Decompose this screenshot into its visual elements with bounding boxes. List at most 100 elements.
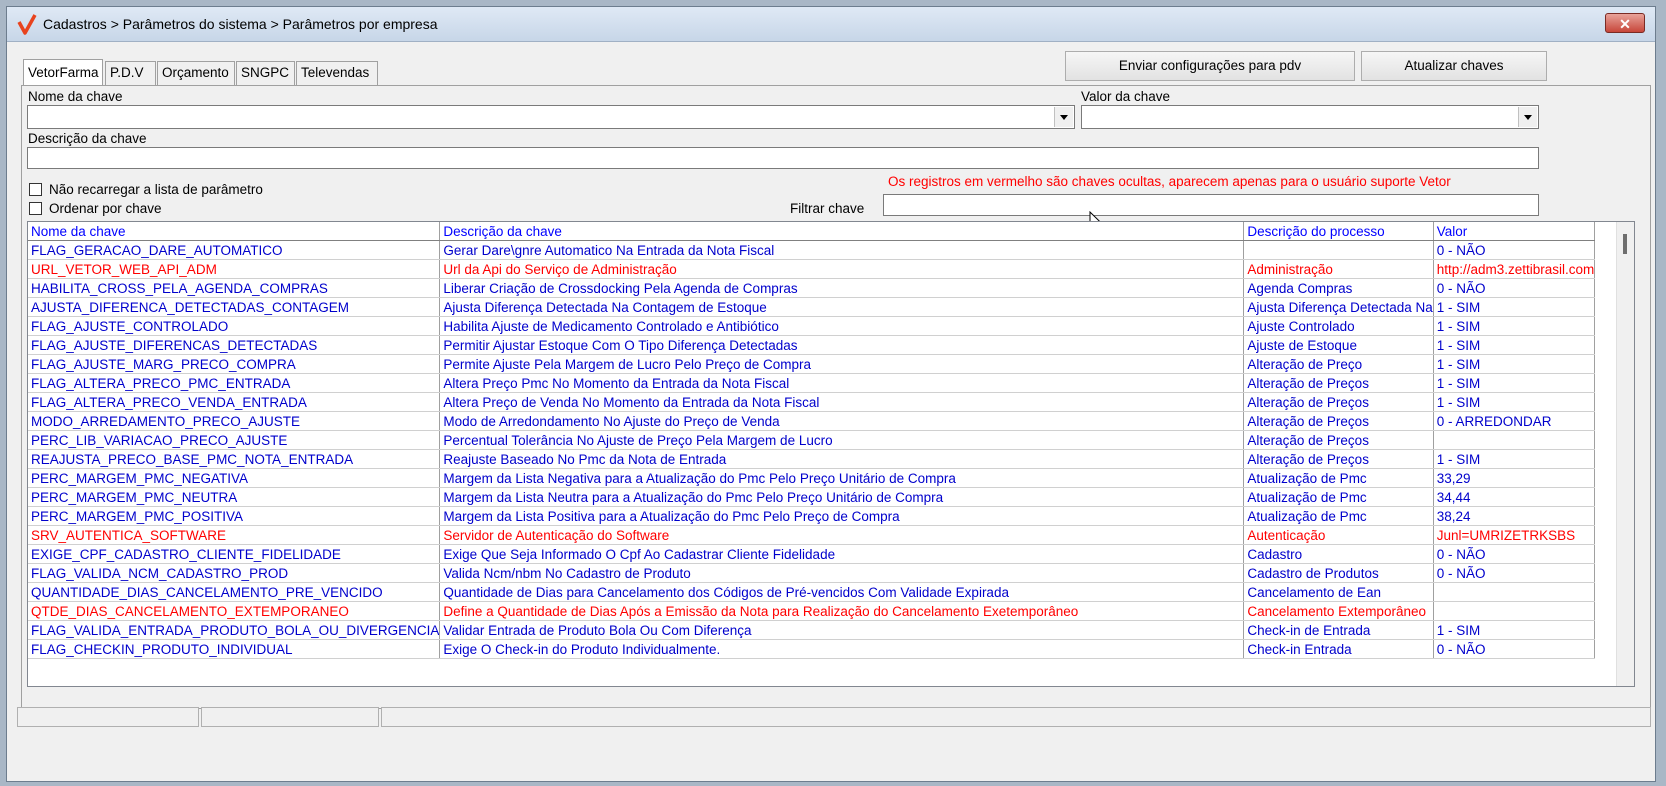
tab-vetorfarma[interactable]: VetorFarma	[23, 59, 103, 86]
cell-process-description[interactable]: Administração	[1243, 259, 1434, 279]
chevron-down-icon[interactable]	[1518, 107, 1537, 127]
cell-key-name[interactable]: URL_VETOR_WEB_API_ADM	[28, 259, 441, 279]
send-config-pdv-button[interactable]: Enviar configurações para pdv	[1065, 51, 1355, 81]
table-row[interactable]: QTDE_DIAS_CANCELAMENTO_EXTEMPORANEO Defin…	[28, 601, 1596, 621]
table-row[interactable]: FLAG_AJUSTE_CONTROLADO Habilita Ajuste de…	[28, 316, 1596, 336]
no-reload-checkbox[interactable]	[29, 183, 42, 196]
cell-process-description[interactable]: Cadastro	[1243, 544, 1434, 564]
table-row[interactable]: AJUSTA_DIFERENCA_DETECTADAS_CONTAGEM Ajus…	[28, 297, 1596, 317]
table-row[interactable]: SRV_AUTENTICA_SOFTWARE Servidor de Autent…	[28, 525, 1596, 545]
cell-key-description[interactable]: Liberar Criação de Crossdocking Pela Age…	[439, 278, 1245, 298]
key-name-combobox[interactable]	[27, 105, 1075, 129]
cell-value[interactable]: 33,29	[1433, 468, 1596, 488]
tab-orcamento[interactable]: Orçamento	[157, 61, 235, 85]
cell-process-description[interactable]: Alteração de Preços	[1243, 392, 1434, 412]
cell-process-description[interactable]: Alteração de Preço	[1243, 354, 1434, 374]
column-header-key-description[interactable]: Descrição da chave	[439, 222, 1245, 241]
table-row[interactable]: PERC_MARGEM_PMC_NEUTRA Margem da Lista Ne…	[28, 487, 1596, 507]
cell-key-name[interactable]: FLAG_GERACAO_DARE_AUTOMATICO	[28, 240, 441, 260]
cell-key-name[interactable]: FLAG_AJUSTE_CONTROLADO	[28, 316, 441, 336]
key-value-combobox[interactable]	[1081, 105, 1539, 129]
table-row[interactable]: FLAG_VALIDA_NCM_CADASTRO_PROD Valida Ncm/…	[28, 563, 1596, 583]
chevron-down-icon[interactable]	[1054, 107, 1073, 127]
tab-sngpc[interactable]: SNGPC	[236, 61, 295, 85]
cell-key-description[interactable]: Url da Api do Serviço de Administração	[439, 259, 1245, 279]
cell-value[interactable]	[1433, 430, 1596, 450]
cell-process-description[interactable]: Ajuste de Estoque	[1243, 335, 1434, 355]
cell-key-name[interactable]: PERC_MARGEM_PMC_NEUTRA	[28, 487, 441, 507]
cell-key-name[interactable]: REAJUSTA_PRECO_BASE_PMC_NOTA_ENTRADA	[28, 449, 441, 469]
cell-value[interactable]: 1 - SIM	[1433, 620, 1596, 640]
cell-key-name[interactable]: FLAG_VALIDA_ENTRADA_PRODUTO_BOLA_OU_DIVE…	[28, 620, 441, 640]
cell-value[interactable]	[1433, 582, 1596, 602]
tab-televendas[interactable]: Televendas	[296, 61, 378, 85]
cell-value[interactable]: Junl=UMRIZETRKSBS	[1433, 525, 1596, 545]
cell-key-description[interactable]: Permitir Ajustar Estoque Com O Tipo Dife…	[439, 335, 1245, 355]
sort-by-key-checkbox[interactable]	[29, 202, 42, 215]
cell-key-description[interactable]: Define a Quantidade de Dias Após a Emiss…	[439, 601, 1245, 621]
cell-process-description[interactable]: Alteração de Preços	[1243, 449, 1434, 469]
cell-key-description[interactable]: Servidor de Autenticação do Software	[439, 525, 1245, 545]
cell-process-description[interactable]: Cadastro de Produtos	[1243, 563, 1434, 583]
cell-value[interactable]: 1 - SIM	[1433, 335, 1596, 355]
key-description-field[interactable]	[27, 147, 1539, 169]
cell-key-name[interactable]: FLAG_ALTERA_PRECO_VENDA_ENTRADA	[28, 392, 441, 412]
cell-key-name[interactable]: SRV_AUTENTICA_SOFTWARE	[28, 525, 441, 545]
cell-value[interactable]: 0 - NÃO	[1433, 639, 1596, 659]
cell-process-description[interactable]: Atualização de Pmc	[1243, 506, 1434, 526]
cell-value[interactable]: 1 - SIM	[1433, 449, 1596, 469]
cell-key-description[interactable]: Margem da Lista Neutra para a Atualizaçã…	[439, 487, 1245, 507]
cell-key-name[interactable]: PERC_LIB_VARIACAO_PRECO_AJUSTE	[28, 430, 441, 450]
table-row[interactable]: FLAG_VALIDA_ENTRADA_PRODUTO_BOLA_OU_DIVE…	[28, 620, 1596, 640]
cell-value[interactable]: 0 - NÃO	[1433, 563, 1596, 583]
cell-value[interactable]: 1 - SIM	[1433, 392, 1596, 412]
cell-value[interactable]: 0 - NÃO	[1433, 240, 1596, 260]
cell-value[interactable]: 34,44	[1433, 487, 1596, 507]
cell-key-name[interactable]: HABILITA_CROSS_PELA_AGENDA_COMPRAS	[28, 278, 441, 298]
table-row[interactable]: EXIGE_CPF_CADASTRO_CLIENTE_FIDELIDADE Exi…	[28, 544, 1596, 564]
tab-pdv[interactable]: P.D.V	[105, 61, 156, 85]
close-button[interactable]: ✕	[1605, 13, 1645, 33]
parameters-grid[interactable]: Nome da chave Descrição da chave Descriç…	[27, 221, 1635, 687]
cell-key-description[interactable]: Ajusta Diferença Detectada Na Contagem d…	[439, 297, 1245, 317]
cell-key-description[interactable]: Modo de Arredondamento No Ajuste do Preç…	[439, 411, 1245, 431]
cell-key-description[interactable]: Margem da Lista Positiva para a Atualiza…	[439, 506, 1245, 526]
table-row[interactable]: FLAG_AJUSTE_DIFERENCAS_DETECTADAS Permiti…	[28, 335, 1596, 355]
cell-key-name[interactable]: PERC_MARGEM_PMC_NEGATIVA	[28, 468, 441, 488]
column-header-key-name[interactable]: Nome da chave	[28, 222, 441, 241]
cell-key-name[interactable]: AJUSTA_DIFERENCA_DETECTADAS_CONTAGEM	[28, 297, 441, 317]
cell-key-description[interactable]: Exige Que Seja Informado O Cpf Ao Cadast…	[439, 544, 1245, 564]
cell-process-description[interactable]	[1243, 240, 1434, 260]
cell-key-description[interactable]: Reajuste Baseado No Pmc da Nota de Entra…	[439, 449, 1245, 469]
cell-value[interactable]	[1433, 601, 1596, 621]
cell-key-description[interactable]: Altera Preço de Venda No Momento da Entr…	[439, 392, 1245, 412]
cell-value[interactable]: 1 - SIM	[1433, 354, 1596, 374]
cell-key-name[interactable]: FLAG_ALTERA_PRECO_PMC_ENTRADA	[28, 373, 441, 393]
cell-process-description[interactable]: Cancelamento de Ean	[1243, 582, 1434, 602]
table-row[interactable]: PERC_MARGEM_PMC_NEGATIVA Margem da Lista …	[28, 468, 1596, 488]
cell-process-description[interactable]: Autenticação	[1243, 525, 1434, 545]
cell-key-description[interactable]: Permite Ajuste Pela Margem de Lucro Pelo…	[439, 354, 1245, 374]
cell-key-description[interactable]: Margem da Lista Negativa para a Atualiza…	[439, 468, 1245, 488]
cell-value[interactable]: 38,24	[1433, 506, 1596, 526]
table-row[interactable]: PERC_LIB_VARIACAO_PRECO_AJUSTE Percentual…	[28, 430, 1596, 450]
cell-value[interactable]: 0 - NÃO	[1433, 278, 1596, 298]
cell-key-name[interactable]: FLAG_AJUSTE_MARG_PRECO_COMPRA	[28, 354, 441, 374]
cell-process-description[interactable]: Atualização de Pmc	[1243, 468, 1434, 488]
cell-process-description[interactable]: Ajusta Diferença Detectada Na	[1243, 297, 1434, 317]
cell-value[interactable]: 1 - SIM	[1433, 297, 1596, 317]
title-bar[interactable]: Cadastros > Parâmetros do sistema > Parâ…	[7, 7, 1655, 42]
table-row[interactable]: HABILITA_CROSS_PELA_AGENDA_COMPRAS Libera…	[28, 278, 1596, 298]
cell-key-description[interactable]: Validar Entrada de Produto Bola Ou Com D…	[439, 620, 1245, 640]
cell-value[interactable]: 1 - SIM	[1433, 373, 1596, 393]
table-row[interactable]: REAJUSTA_PRECO_BASE_PMC_NOTA_ENTRADA Reaj…	[28, 449, 1596, 469]
table-row[interactable]: PERC_MARGEM_PMC_POSITIVA Margem da Lista …	[28, 506, 1596, 526]
cell-process-description[interactable]: Check-in Entrada	[1243, 639, 1434, 659]
table-row[interactable]: FLAG_ALTERA_PRECO_VENDA_ENTRADA Altera Pr…	[28, 392, 1596, 412]
table-row[interactable]: FLAG_ALTERA_PRECO_PMC_ENTRADA Altera Preç…	[28, 373, 1596, 393]
cell-process-description[interactable]: Cancelamento Extemporâneo	[1243, 601, 1434, 621]
cell-key-description[interactable]: Quantidade de Dias para Cancelamento dos…	[439, 582, 1245, 602]
cell-process-description[interactable]: Atualização de Pmc	[1243, 487, 1434, 507]
cell-value[interactable]: 0 - ARREDONDAR	[1433, 411, 1596, 431]
update-keys-button[interactable]: Atualizar chaves	[1361, 51, 1547, 81]
